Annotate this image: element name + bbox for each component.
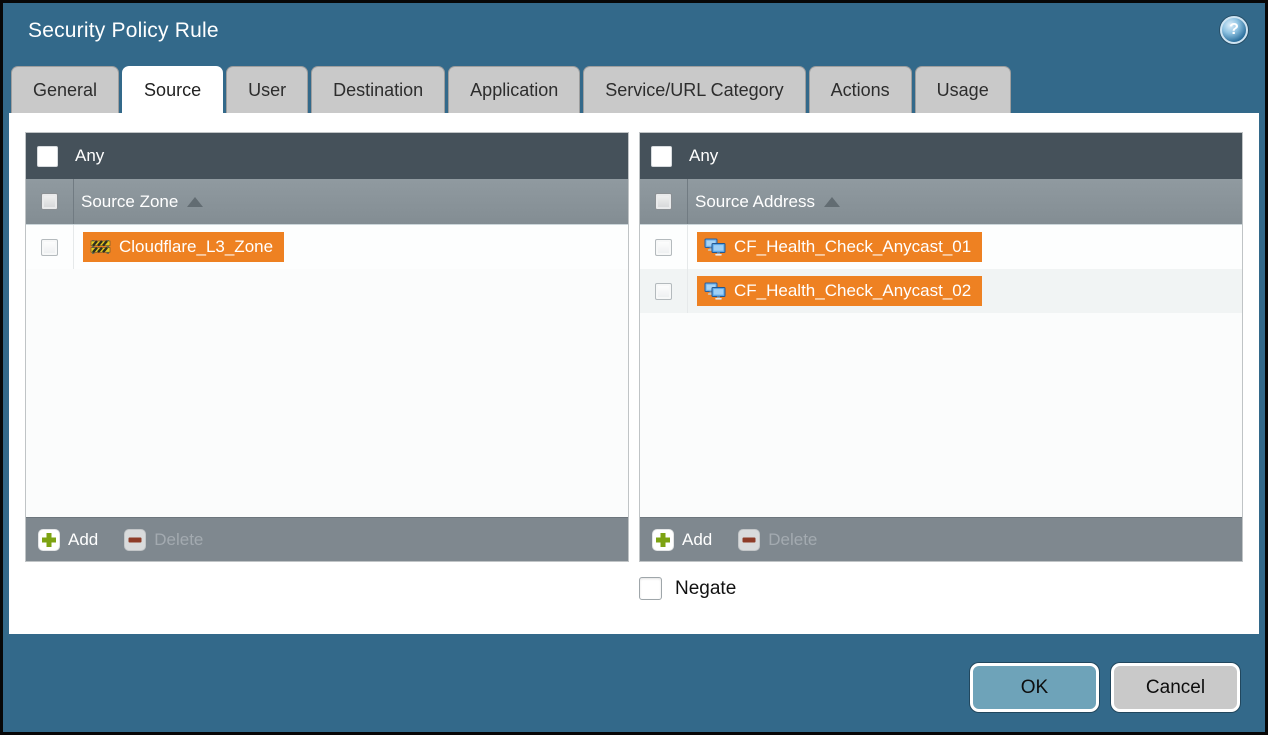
source-zone-list: Cloudflare_L3_Zone bbox=[26, 224, 628, 517]
dialog-titlebar: Security Policy Rule ? bbox=[3, 3, 1265, 63]
ok-button[interactable]: OK bbox=[970, 663, 1099, 712]
negate-label: Negate bbox=[675, 578, 736, 600]
source-zone-panel: Any Source Zone bbox=[25, 132, 629, 562]
negate-row: Negate bbox=[639, 577, 1243, 600]
address-group-icon bbox=[704, 238, 726, 256]
table-row[interactable]: CF_Health_Check_Anycast_02 bbox=[640, 269, 1242, 313]
source-address-row-checkbox[interactable] bbox=[655, 239, 672, 256]
source-address-select-all-cell bbox=[640, 179, 688, 224]
tab-user[interactable]: User bbox=[226, 66, 308, 113]
address-entry[interactable]: CF_Health_Check_Anycast_01 bbox=[697, 232, 982, 262]
tab-source[interactable]: Source bbox=[122, 66, 223, 113]
zone-entry-label: Cloudflare_L3_Zone bbox=[119, 237, 273, 257]
source-address-panel: Any Source Address bbox=[639, 132, 1243, 562]
source-address-column-header[interactable]: Source Address bbox=[640, 179, 1242, 224]
zone-entry[interactable]: Cloudflare_L3_Zone bbox=[83, 232, 284, 262]
zone-icon bbox=[90, 239, 111, 255]
source-address-list: CF_Health_Check_Anycast_01 bbox=[640, 224, 1242, 517]
source-zone-column-title: Source Zone bbox=[81, 192, 178, 212]
source-address-footer: Add Delete bbox=[640, 517, 1242, 561]
source-tab-content: Any Source Zone bbox=[9, 113, 1259, 634]
security-policy-rule-dialog: Security Policy Rule ? General Source Us… bbox=[0, 0, 1268, 735]
negate-checkbox[interactable] bbox=[639, 577, 662, 600]
delete-zone-button[interactable]: Delete bbox=[124, 529, 203, 551]
source-zone-footer: Add Delete bbox=[26, 517, 628, 561]
source-zone-select-all-checkbox[interactable] bbox=[41, 193, 58, 210]
source-zone-any-bar: Any bbox=[26, 133, 628, 179]
address-group-icon bbox=[704, 282, 726, 300]
add-zone-button[interactable]: Add bbox=[38, 529, 98, 551]
address-entry-label: CF_Health_Check_Anycast_02 bbox=[734, 281, 971, 301]
source-address-any-bar: Any bbox=[640, 133, 1242, 179]
tab-service-url-category[interactable]: Service/URL Category bbox=[583, 66, 805, 113]
table-row[interactable]: CF_Health_Check_Anycast_01 bbox=[640, 225, 1242, 269]
source-zone-column-header[interactable]: Source Zone bbox=[26, 179, 628, 224]
table-row[interactable]: Cloudflare_L3_Zone bbox=[26, 225, 628, 269]
source-address-column-title: Source Address bbox=[695, 192, 815, 212]
tab-usage[interactable]: Usage bbox=[915, 66, 1011, 113]
plus-icon bbox=[38, 529, 60, 551]
tab-general[interactable]: General bbox=[11, 66, 119, 113]
dialog-title: Security Policy Rule bbox=[28, 19, 219, 43]
source-address-select-all-checkbox[interactable] bbox=[655, 193, 672, 210]
address-entry-label: CF_Health_Check_Anycast_01 bbox=[734, 237, 971, 257]
row-checkbox-cell bbox=[640, 269, 688, 313]
source-zone-any-label: Any bbox=[75, 146, 104, 166]
tab-application[interactable]: Application bbox=[448, 66, 580, 113]
plus-icon bbox=[652, 529, 674, 551]
source-zone-any-checkbox[interactable] bbox=[37, 146, 58, 167]
source-address-row-checkbox[interactable] bbox=[655, 283, 672, 300]
tab-destination[interactable]: Destination bbox=[311, 66, 445, 113]
help-icon[interactable]: ? bbox=[1220, 16, 1248, 44]
sort-ascending-icon[interactable] bbox=[824, 197, 840, 207]
row-checkbox-cell bbox=[640, 225, 688, 269]
source-address-any-checkbox[interactable] bbox=[651, 146, 672, 167]
minus-icon bbox=[738, 529, 760, 551]
source-zone-select-all-cell bbox=[26, 179, 74, 224]
tab-actions[interactable]: Actions bbox=[809, 66, 912, 113]
dialog-footer: OK Cancel bbox=[970, 663, 1240, 712]
row-checkbox-cell bbox=[26, 225, 74, 269]
source-zone-row-checkbox[interactable] bbox=[41, 239, 58, 256]
add-address-button[interactable]: Add bbox=[652, 529, 712, 551]
tab-bar: General Source User Destination Applicat… bbox=[11, 63, 1265, 113]
sort-ascending-icon[interactable] bbox=[187, 197, 203, 207]
address-entry[interactable]: CF_Health_Check_Anycast_02 bbox=[697, 276, 982, 306]
cancel-button[interactable]: Cancel bbox=[1111, 663, 1240, 712]
source-address-any-label: Any bbox=[689, 146, 718, 166]
delete-address-button[interactable]: Delete bbox=[738, 529, 817, 551]
minus-icon bbox=[124, 529, 146, 551]
